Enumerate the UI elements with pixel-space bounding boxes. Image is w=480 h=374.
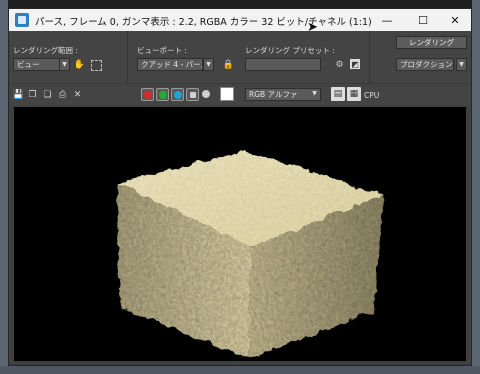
render-setup-icon[interactable]: ⚙ (333, 58, 346, 71)
blue-channel-dot (173, 90, 182, 99)
render-preset-dropdown[interactable] (245, 58, 321, 71)
print-icon[interactable]: ⎙ (57, 89, 68, 100)
frame-toolbar: 💾 ❐ ❏ ⎙ ✕ RGB アルファ ▼ ▤ ▦ CPU (9, 83, 471, 105)
green-channel-toggle[interactable] (156, 88, 169, 101)
edit-region-icon[interactable]: ✋ (73, 58, 86, 71)
viewport-dropdown[interactable]: クアッド 4 - パース (137, 58, 203, 71)
rendered-object (117, 151, 384, 359)
render-mode-chevron-icon[interactable]: ▼ (456, 58, 467, 71)
render-area-dropdown[interactable]: ビュー (13, 58, 65, 71)
red-channel-dot (143, 90, 152, 99)
green-channel-dot (158, 90, 167, 99)
alpha-channel-dot (189, 91, 196, 98)
desktop-left (0, 0, 8, 374)
auto-region-icon[interactable] (91, 60, 102, 71)
maximize-button[interactable]: ☐ (406, 9, 440, 31)
close-button[interactable]: ✕ (438, 9, 472, 31)
render-area-label: レンダリング範囲 : (13, 46, 78, 55)
title-bar[interactable]: パース, フレーム 0, ガンマ表示 : 2.2, RGBA カラー 32 ビッ… (9, 9, 472, 34)
cpu-label: CPU (364, 91, 380, 100)
desktop-right (472, 0, 480, 374)
viewport-label: ビューポート : (137, 46, 187, 55)
environment-effects-icon[interactable]: ◩ (350, 59, 360, 69)
swatch-icon[interactable] (220, 87, 234, 101)
rendered-frame-window: パース, フレーム 0, ガンマ表示 : 2.2, RGBA カラー 32 ビッ… (8, 8, 472, 366)
channel-chevron-icon[interactable]: ▼ (309, 88, 320, 101)
app-icon (15, 13, 29, 27)
render-preset-label: レンダリング プリセット : (245, 46, 335, 55)
lock-icon[interactable]: 🔒 (222, 58, 235, 71)
divider (369, 31, 370, 83)
window-title: パース, フレーム 0, ガンマ表示 : 2.2, RGBA カラー 32 ビッ… (35, 17, 372, 28)
display-toggle-icon[interactable]: ▤ (331, 87, 345, 101)
render-mode-dropdown[interactable]: プロダクション (396, 58, 454, 71)
divider (127, 31, 128, 83)
clear-icon[interactable]: ✕ (72, 89, 83, 100)
blue-channel-toggle[interactable] (171, 88, 184, 101)
monochrome-icon[interactable] (202, 90, 210, 98)
render-settings-panel: レンダリング範囲 : ビュー ▼ ✋ ビューポート : クアッド 4 - パース… (9, 31, 471, 83)
alpha-channel-toggle[interactable] (186, 88, 199, 101)
render-area-chevron-icon[interactable]: ▼ (59, 58, 70, 71)
desktop-bottom (0, 366, 480, 374)
copy-icon[interactable]: ❐ (27, 89, 38, 100)
render-info-icon[interactable]: ▦ (347, 87, 361, 101)
clone-icon[interactable]: ❏ (42, 89, 53, 100)
minimize-button[interactable]: — (370, 9, 404, 31)
render-button[interactable]: レンダリング (396, 36, 467, 49)
viewport-chevron-icon[interactable]: ▼ (203, 58, 214, 71)
red-channel-toggle[interactable] (141, 88, 154, 101)
save-icon[interactable]: 💾 (13, 89, 24, 100)
render-viewport[interactable] (14, 107, 466, 361)
